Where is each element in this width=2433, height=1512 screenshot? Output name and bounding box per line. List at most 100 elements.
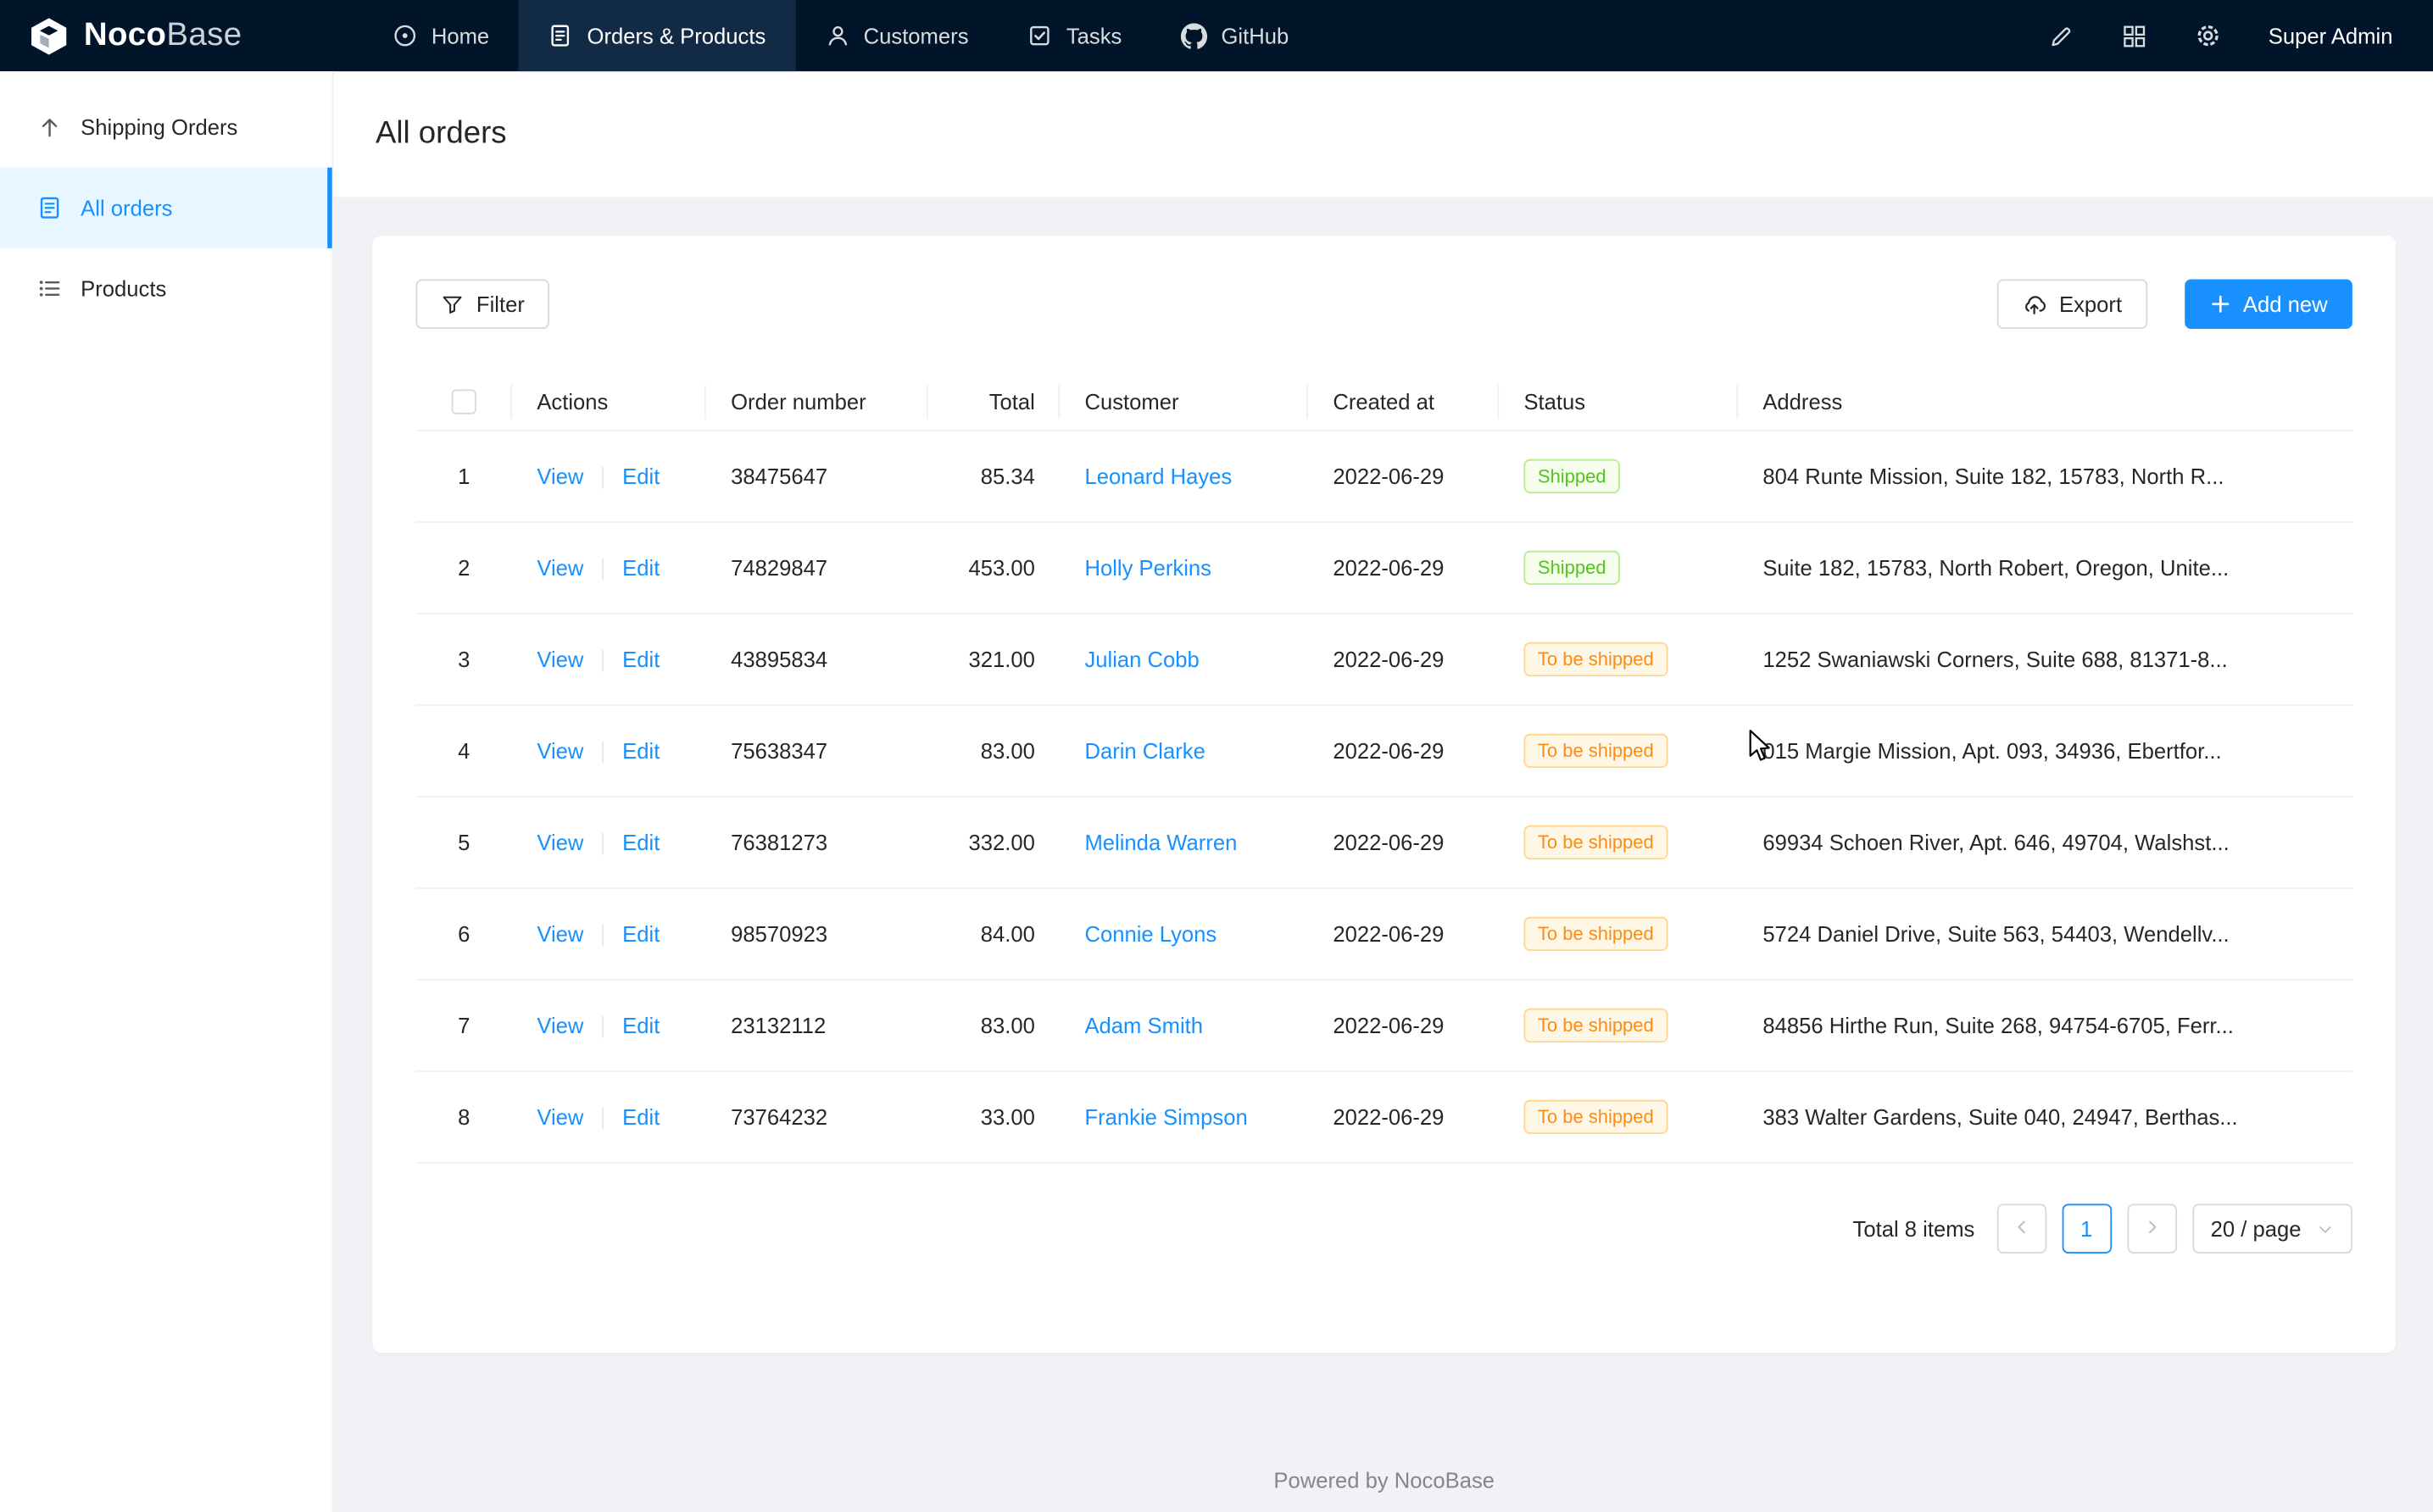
select-all-checkbox[interactable]: [452, 390, 476, 414]
total-cell: 84.00: [928, 888, 1061, 980]
user-menu[interactable]: Super Admin: [2269, 23, 2393, 47]
actions-cell: View Edit: [512, 980, 706, 1071]
created-at-cell: 2022-06-29: [1308, 1071, 1499, 1163]
filter-icon: [441, 292, 464, 315]
customer-cell: Darin Clarke: [1060, 705, 1308, 797]
home-icon: [393, 23, 417, 47]
edit-link[interactable]: Edit: [622, 648, 660, 672]
customer-cell: Melinda Warren: [1060, 797, 1308, 888]
view-link[interactable]: View: [537, 648, 583, 672]
status-cell: To be shipped: [1499, 888, 1738, 980]
status-badge: To be shipped: [1523, 1009, 1667, 1042]
select-all-header: [416, 372, 512, 431]
customer-link[interactable]: Julian Cobb: [1084, 648, 1199, 672]
nav-item-label: Home: [431, 23, 489, 47]
address-cell: 84856 Hirthe Run, Suite 268, 94754-6705,…: [1738, 980, 2352, 1071]
view-link[interactable]: View: [537, 556, 583, 581]
nav-item-tasks[interactable]: Tasks: [998, 0, 1151, 71]
orders-file-icon: [37, 196, 62, 220]
view-link[interactable]: View: [537, 831, 583, 855]
nav-item-label: Customers: [864, 23, 969, 47]
page-number-button[interactable]: 1: [2062, 1204, 2112, 1254]
sidebar-item-label: Shipping Orders: [81, 114, 237, 139]
nocobase-logo-icon: [28, 14, 70, 56]
created-at-cell: 2022-06-29: [1308, 797, 1499, 888]
action-divider: [602, 468, 604, 490]
order-number-cell: 43895834: [706, 614, 928, 705]
column-header-order-number: Order number: [706, 372, 928, 431]
sidebar-item-shipping-orders[interactable]: Shipping Orders: [0, 87, 332, 168]
row-index: 8: [416, 1071, 512, 1163]
address-cell: 383 Walter Gardens, Suite 040, 24947, Be…: [1738, 1071, 2352, 1163]
orders-card: Filter Export Add: [372, 236, 2396, 1353]
customer-cell: Leonard Hayes: [1060, 431, 1308, 522]
view-link[interactable]: View: [537, 1014, 583, 1038]
actions-cell: View Edit: [512, 797, 706, 888]
pagination: Total 8 items 1 20 / page: [416, 1204, 2352, 1254]
table-row: 5 ViewEdit 76381273 332.00 Melinda Warre…: [416, 797, 2352, 888]
nav-item-customers[interactable]: Customers: [795, 0, 998, 71]
row-index: 4: [416, 705, 512, 797]
sidebar-item-label: All orders: [81, 196, 172, 220]
customer-link[interactable]: Connie Lyons: [1084, 922, 1216, 947]
chevron-left-icon: [2012, 1217, 2030, 1242]
plugin-grid-icon[interactable]: [2121, 23, 2147, 49]
view-link[interactable]: View: [537, 464, 583, 489]
edit-link[interactable]: Edit: [622, 922, 660, 947]
view-link[interactable]: View: [537, 1105, 583, 1130]
view-link[interactable]: View: [537, 739, 583, 764]
actions-cell: View Edit: [512, 614, 706, 705]
table-row: 7 ViewEdit 23132112 83.00 Adam Smith 202…: [416, 980, 2352, 1071]
customer-link[interactable]: Frankie Simpson: [1084, 1105, 1247, 1130]
cloud-upload-icon: [2022, 292, 2046, 316]
page-title: All orders: [376, 116, 507, 152]
status-cell: To be shipped: [1499, 705, 1738, 797]
row-index: 1: [416, 431, 512, 522]
filter-button[interactable]: Filter: [416, 279, 550, 329]
prev-page-button[interactable]: [1996, 1204, 2046, 1254]
page-size-select[interactable]: 20 / page: [2192, 1204, 2352, 1254]
next-page-button[interactable]: [2127, 1204, 2177, 1254]
edit-link[interactable]: Edit: [622, 831, 660, 855]
sidebar: Shipping Orders All orders Products: [0, 71, 334, 1512]
table-row: 1 ViewEdit 38475647 85.34 Leonard Hayes …: [416, 431, 2352, 522]
customer-link[interactable]: Holly Perkins: [1084, 556, 1211, 581]
customer-link[interactable]: Adam Smith: [1084, 1014, 1203, 1038]
status-badge: To be shipped: [1523, 1100, 1667, 1134]
action-divider: [602, 559, 604, 581]
edit-link[interactable]: Edit: [622, 739, 660, 764]
add-new-button[interactable]: Add new: [2184, 279, 2352, 329]
nav-item-orders-products[interactable]: Orders & Products: [519, 0, 795, 71]
edit-link[interactable]: Edit: [622, 1014, 660, 1038]
table-row: 6 ViewEdit 98570923 84.00 Connie Lyons 2…: [416, 888, 2352, 980]
action-divider: [602, 1017, 604, 1039]
nav-item-github[interactable]: GitHub: [1151, 0, 1318, 71]
customer-cell: Julian Cobb: [1060, 614, 1308, 705]
row-index: 3: [416, 614, 512, 705]
customer-link[interactable]: Darin Clarke: [1084, 739, 1205, 764]
customer-link[interactable]: Melinda Warren: [1084, 831, 1237, 855]
address-cell: 69934 Schoen River, Apt. 646, 49704, Wal…: [1738, 797, 2352, 888]
settings-gear-icon[interactable]: [2194, 22, 2222, 50]
export-button[interactable]: Export: [1997, 279, 2147, 329]
nocobase-logo[interactable]: NocoBase: [0, 0, 270, 71]
customer-link[interactable]: Leonard Hayes: [1084, 464, 1232, 489]
sidebar-item-all-orders[interactable]: All orders: [0, 168, 332, 248]
pagination-total: Total 8 items: [1853, 1217, 1975, 1242]
customer-cell: Connie Lyons: [1060, 888, 1308, 980]
sidebar-item-products[interactable]: Products: [0, 248, 332, 329]
highlighter-icon[interactable]: [2048, 23, 2074, 49]
table-body: 1 ViewEdit 38475647 85.34 Leonard Hayes …: [416, 431, 2352, 1163]
nav-item-home[interactable]: Home: [363, 0, 519, 71]
customer-cell: Adam Smith: [1060, 980, 1308, 1071]
address-cell: 015 Margie Mission, Apt. 093, 34936, Ebe…: [1738, 705, 2352, 797]
edit-link[interactable]: Edit: [622, 464, 660, 489]
status-cell: To be shipped: [1499, 980, 1738, 1071]
toolbar-right: Export Add new: [1997, 279, 2352, 329]
order-number-cell: 98570923: [706, 888, 928, 980]
chevron-down-icon: [2317, 1220, 2334, 1237]
edit-link[interactable]: Edit: [622, 556, 660, 581]
view-link[interactable]: View: [537, 922, 583, 947]
order-number-cell: 76381273: [706, 797, 928, 888]
edit-link[interactable]: Edit: [622, 1105, 660, 1130]
